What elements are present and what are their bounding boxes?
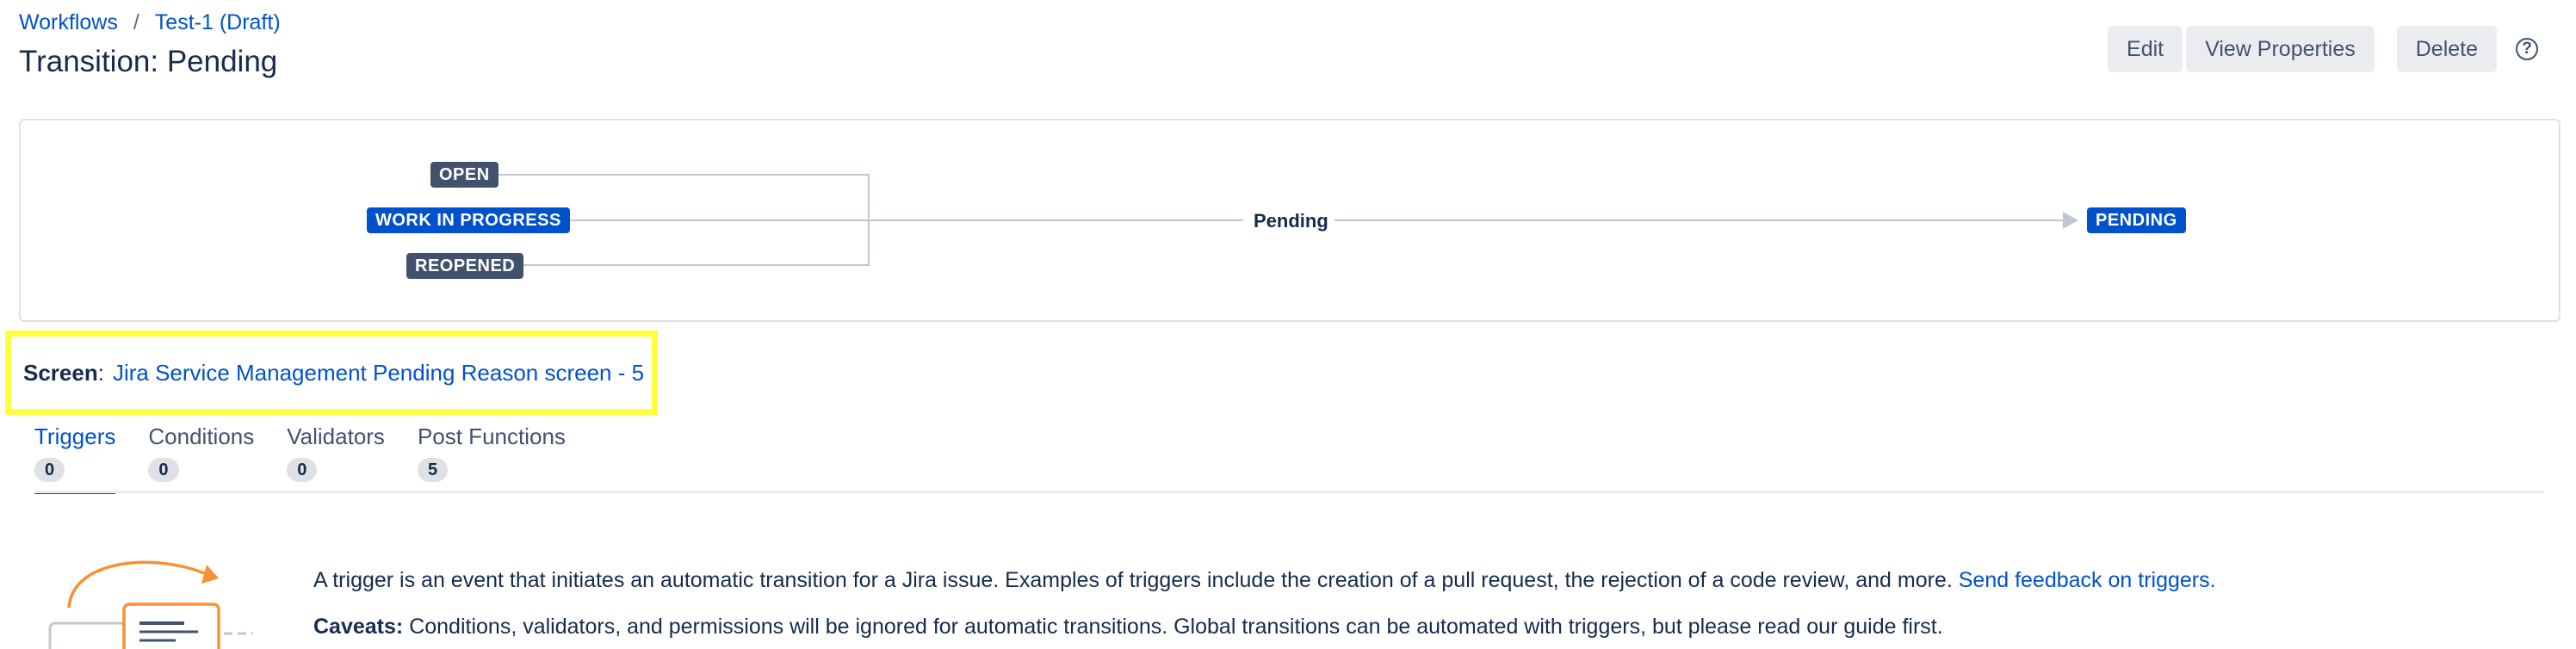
screen-link[interactable]: Jira Service Management Pending Reason s…: [113, 360, 644, 386]
page-title: Transition: Pending: [19, 45, 278, 78]
transition-tabs: Triggers 0 Conditions 0 Validators 0 Pos…: [34, 422, 598, 494]
transition-label: Pending: [1254, 210, 1328, 232]
tab-label: Post Functions: [417, 423, 566, 449]
trigger-description: A trigger is an event that initiates an …: [313, 568, 2216, 593]
breadcrumb-workflow-link[interactable]: Test-1 (Draft): [155, 10, 281, 35]
help-icon[interactable]: ?: [2516, 38, 2538, 60]
trigger-illustration-icon: [48, 560, 253, 649]
tab-count-badge: 5: [417, 458, 449, 482]
tab-label: Conditions: [148, 423, 255, 449]
caveats-label: Caveats:: [313, 615, 404, 639]
breadcrumb: Workflows / Test-1 (Draft): [19, 10, 281, 35]
tabs-divider: [34, 491, 2543, 493]
status-pending[interactable]: PENDING: [2087, 207, 2186, 233]
trigger-description-text: A trigger is an event that initiates an …: [313, 568, 1953, 592]
screen-label: Screen: [23, 359, 98, 386]
edit-button[interactable]: Edit: [2108, 26, 2183, 72]
send-feedback-link[interactable]: Send feedback on triggers.: [1959, 568, 2216, 592]
toolbar: Edit View Properties Delete ?: [2108, 26, 2538, 72]
screen-colon: :: [97, 359, 104, 386]
tab-count-badge: 0: [34, 458, 65, 482]
arrow-head-icon: [2063, 212, 2078, 229]
view-properties-button[interactable]: View Properties: [2186, 26, 2375, 72]
tab-label: Validators: [287, 423, 385, 449]
tab-label: Triggers: [34, 423, 116, 449]
tab-triggers[interactable]: Triggers 0: [34, 422, 116, 494]
tab-post-functions[interactable]: Post Functions 5: [417, 422, 566, 494]
caveats-text: Conditions, validators, and permissions …: [409, 615, 1943, 639]
screen-highlight: Screen: Jira Service Management Pending …: [5, 331, 658, 415]
tab-conditions[interactable]: Conditions 0: [148, 422, 254, 494]
transition-diagram: OPEN WORK IN PROGRESS REOPENED Pending P…: [19, 119, 2561, 322]
breadcrumb-workflows-link[interactable]: Workflows: [19, 10, 118, 35]
breadcrumb-separator: /: [133, 10, 139, 34]
status-reopened[interactable]: REOPENED: [406, 253, 524, 279]
status-work-in-progress[interactable]: WORK IN PROGRESS: [367, 207, 570, 233]
status-open[interactable]: OPEN: [430, 162, 498, 188]
delete-button[interactable]: Delete: [2396, 26, 2497, 72]
tab-count-badge: 0: [287, 458, 318, 482]
caveats: Caveats: Conditions, validators, and per…: [313, 615, 1943, 640]
tab-validators[interactable]: Validators 0: [287, 422, 385, 494]
tab-count-badge: 0: [148, 458, 179, 482]
